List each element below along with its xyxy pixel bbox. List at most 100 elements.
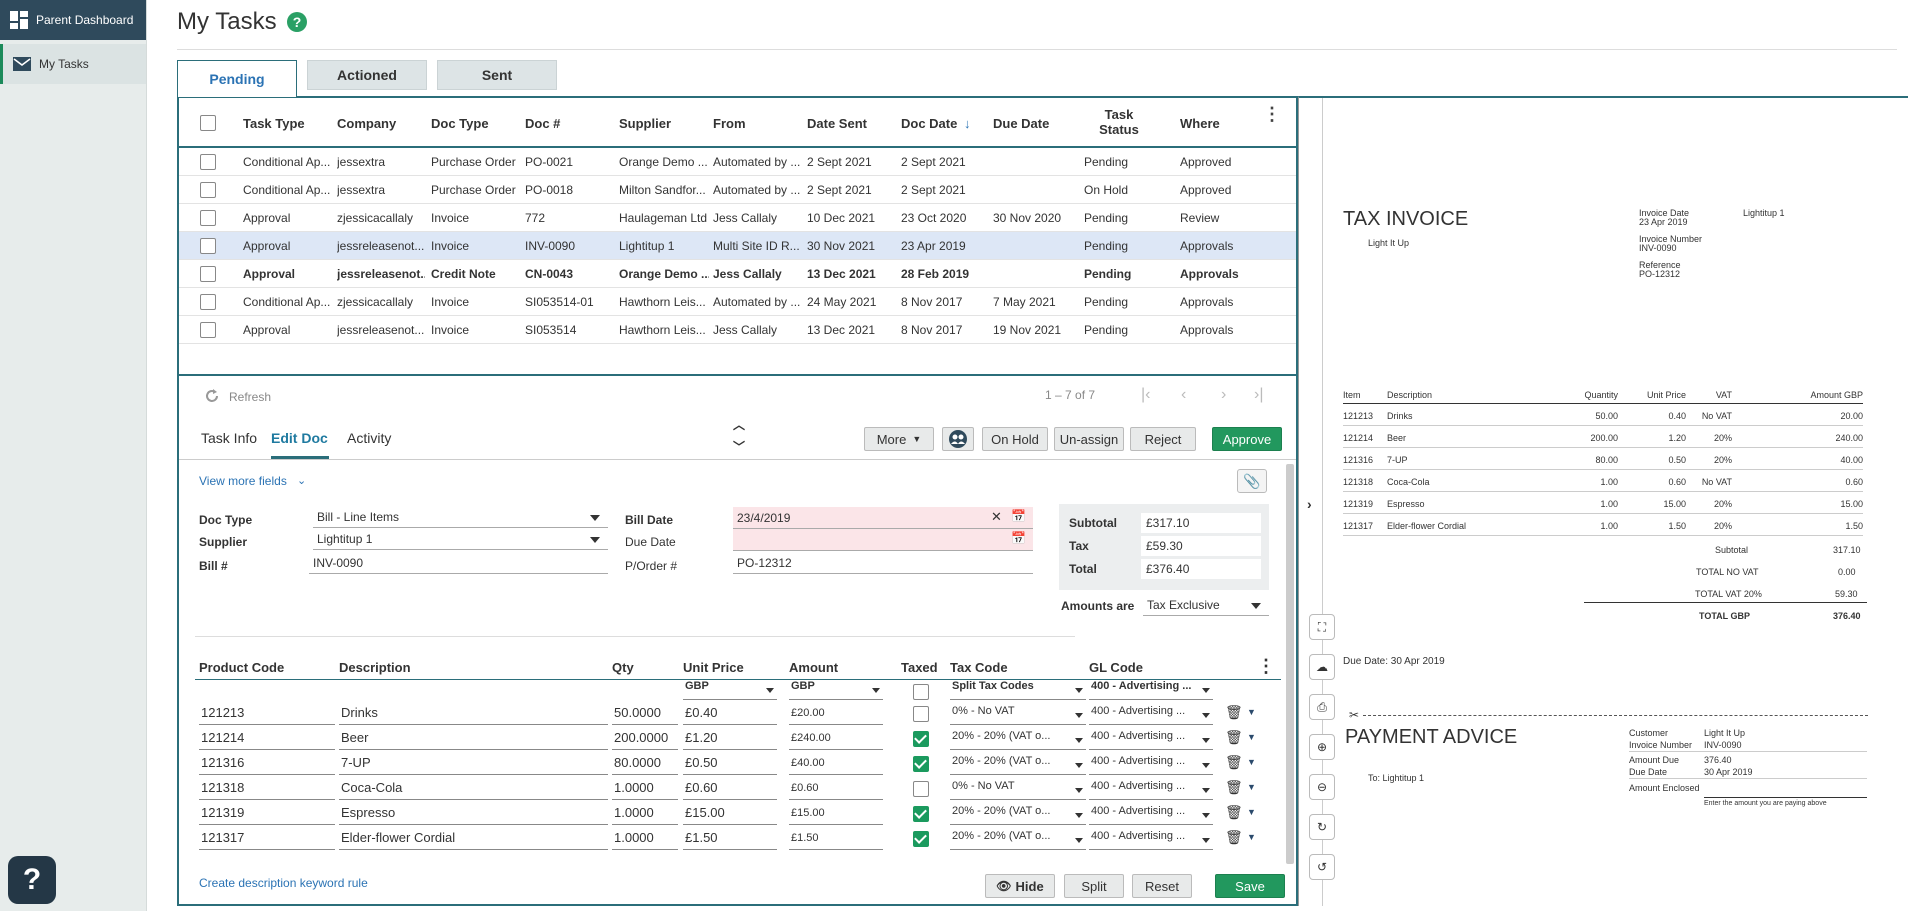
taxed-checkbox[interactable] xyxy=(913,781,929,797)
tax-code-select[interactable]: 0% - No VAT xyxy=(950,780,1086,800)
row-options-icon[interactable]: ▼ xyxy=(1247,707,1256,717)
taxed-checkbox[interactable] xyxy=(913,731,929,747)
create-keyword-rule-link[interactable]: Create description keyword rule xyxy=(199,876,368,890)
table-row[interactable]: Approval jessreleasenot... Invoice SI053514… xyxy=(179,316,1296,344)
split-tax-select[interactable]: Split Tax Codes xyxy=(950,680,1086,700)
chevron-down-icon[interactable]: ⌄ xyxy=(297,474,306,487)
bill-number-input[interactable]: INV-0090 xyxy=(309,552,608,574)
hide-button[interactable]: 👁 Hide xyxy=(985,874,1055,898)
save-button[interactable]: Save xyxy=(1215,874,1285,898)
unit-price-input[interactable]: £15.00 xyxy=(683,805,777,825)
unit-price-input[interactable]: £1.50 xyxy=(683,830,777,850)
product-code-input[interactable]: 121318 xyxy=(199,780,335,800)
table-row[interactable]: Conditional Ap... jessextra Purchase Order… xyxy=(179,176,1296,204)
amount-currency-select[interactable]: GBP xyxy=(789,680,883,700)
supplier-select[interactable]: Lightitup 1 xyxy=(313,528,608,550)
row-checkbox[interactable] xyxy=(200,154,216,170)
product-code-input[interactable]: 121213 xyxy=(199,705,335,725)
row-checkbox[interactable] xyxy=(200,182,216,198)
gl-code-select[interactable]: 400 - Advertising ... xyxy=(1089,755,1213,775)
gl-code-select[interactable]: 400 - Advertising ... xyxy=(1089,730,1213,750)
gl-code-all-select[interactable]: 400 - Advertising ... xyxy=(1089,680,1213,700)
column-header[interactable]: Doc Type xyxy=(431,116,489,131)
taxed-checkbox[interactable] xyxy=(913,806,929,822)
attachment-button[interactable]: 📎 xyxy=(1237,469,1267,493)
on-hold-button[interactable]: On Hold xyxy=(982,427,1048,451)
collapse-chevron-icon[interactable]: › xyxy=(1307,496,1312,512)
product-code-input[interactable]: 121214 xyxy=(199,730,335,750)
approve-button[interactable]: Approve xyxy=(1212,427,1282,451)
calendar-icon[interactable]: 📅 xyxy=(1011,531,1026,545)
help-button[interactable]: ? xyxy=(8,856,56,904)
description-input[interactable]: Coca-Cola xyxy=(339,780,608,800)
product-code-input[interactable]: 121319 xyxy=(199,805,335,825)
table-row[interactable]: Approval jessreleasenot... Invoice INV-0090… xyxy=(179,232,1296,260)
fullscreen-icon[interactable]: ⛶ xyxy=(1309,614,1335,640)
column-header[interactable]: Task Status xyxy=(1084,107,1154,137)
refresh-button[interactable]: Refresh xyxy=(229,390,271,404)
column-header[interactable]: Task Type xyxy=(243,116,305,131)
select-all-checkbox[interactable] xyxy=(200,115,216,131)
reset-button[interactable]: Reset xyxy=(1132,874,1192,898)
unit-price-input[interactable]: £1.20 xyxy=(683,730,777,750)
row-checkbox[interactable] xyxy=(200,238,216,254)
amounts-are-select[interactable]: Tax Exclusive xyxy=(1143,594,1269,616)
view-more-fields-link[interactable]: View more fields xyxy=(199,474,287,488)
table-row[interactable]: Conditional Ap... zjessicacallaly Invoice S… xyxy=(179,288,1296,316)
row-options-icon[interactable]: ▼ xyxy=(1247,732,1256,742)
taxed-checkbox[interactable] xyxy=(913,756,929,772)
tab-edit-doc[interactable]: Edit Doc xyxy=(271,430,328,446)
download-icon[interactable]: ☁ xyxy=(1309,654,1335,680)
column-header[interactable]: From xyxy=(713,116,746,131)
qty-input[interactable]: 1.0000 xyxy=(612,780,678,800)
sidebar-item-my-tasks[interactable]: My Tasks xyxy=(0,44,146,84)
calendar-icon[interactable]: 📅 xyxy=(1011,509,1026,523)
zoom-in-icon[interactable]: ⊕ xyxy=(1309,734,1335,760)
gl-code-select[interactable]: 400 - Advertising ... xyxy=(1089,705,1213,725)
trash-icon[interactable]: 🗑 xyxy=(1225,804,1243,821)
rotate-left-icon[interactable]: ↺ xyxy=(1309,854,1335,880)
description-input[interactable]: Drinks xyxy=(339,705,608,725)
help-icon[interactable]: ? xyxy=(287,12,307,32)
qty-input[interactable]: 80.0000 xyxy=(612,755,678,775)
gl-code-select[interactable]: 400 - Advertising ... xyxy=(1089,805,1213,825)
refresh-icon[interactable] xyxy=(204,388,220,404)
reject-button[interactable]: Reject xyxy=(1130,427,1196,451)
table-row[interactable]: Conditional Ap... jessextra Purchase Order… xyxy=(179,148,1296,176)
zoom-out-icon[interactable]: ⊖ xyxy=(1309,774,1335,800)
description-input[interactable]: Beer xyxy=(339,730,608,750)
table-row[interactable]: Approval zjessicacallaly Invoice 772 Haulage… xyxy=(179,204,1296,232)
column-header[interactable]: Due Date xyxy=(993,116,1049,131)
porder-input[interactable]: PO-12312 xyxy=(733,552,1033,574)
column-header[interactable]: Date Sent xyxy=(807,116,867,131)
trash-icon[interactable]: 🗑 xyxy=(1225,754,1243,771)
trash-icon[interactable]: 🗑 xyxy=(1225,829,1243,846)
qty-input[interactable]: 1.0000 xyxy=(612,805,678,825)
description-input[interactable]: Elder-flower Cordial xyxy=(339,830,608,850)
tab-pending[interactable]: Pending xyxy=(177,60,297,97)
description-input[interactable]: Espresso xyxy=(339,805,608,825)
tax-code-select[interactable]: 20% - 20% (VAT o... xyxy=(950,730,1086,750)
unit-price-input[interactable]: £0.50 xyxy=(683,755,777,775)
column-header[interactable]: Where xyxy=(1180,116,1220,131)
line-menu-icon[interactable]: ⋮ xyxy=(1257,656,1275,677)
tax-code-select[interactable]: 0% - No VAT xyxy=(950,705,1086,725)
unit-currency-select[interactable]: GBP xyxy=(683,680,777,700)
product-code-input[interactable]: 121317 xyxy=(199,830,335,850)
doc-type-select[interactable]: Bill - Line Items xyxy=(313,506,608,528)
gl-code-select[interactable]: 400 - Advertising ... xyxy=(1089,780,1213,800)
bill-date-input[interactable]: 23/4/2019 xyxy=(733,507,1033,529)
rotate-right-icon[interactable]: ↻ xyxy=(1309,814,1335,840)
taxed-all-checkbox[interactable] xyxy=(913,684,929,700)
tax-code-select[interactable]: 20% - 20% (VAT o... xyxy=(950,805,1086,825)
next-page-icon[interactable]: › xyxy=(1221,386,1226,404)
more-button[interactable]: More ▼ xyxy=(864,427,934,451)
trash-icon[interactable]: 🗑 xyxy=(1225,704,1243,721)
table-row[interactable]: Approval jessreleasenot... Credit Note CN-0… xyxy=(179,260,1296,288)
tax-code-select[interactable]: 20% - 20% (VAT o... xyxy=(950,755,1086,775)
description-input[interactable]: 7-UP xyxy=(339,755,608,775)
gl-code-select[interactable]: 400 - Advertising ... xyxy=(1089,830,1213,850)
unassign-button[interactable]: Un-assign xyxy=(1054,427,1124,451)
row-options-icon[interactable]: ▼ xyxy=(1247,832,1256,842)
row-options-icon[interactable]: ▼ xyxy=(1247,782,1256,792)
